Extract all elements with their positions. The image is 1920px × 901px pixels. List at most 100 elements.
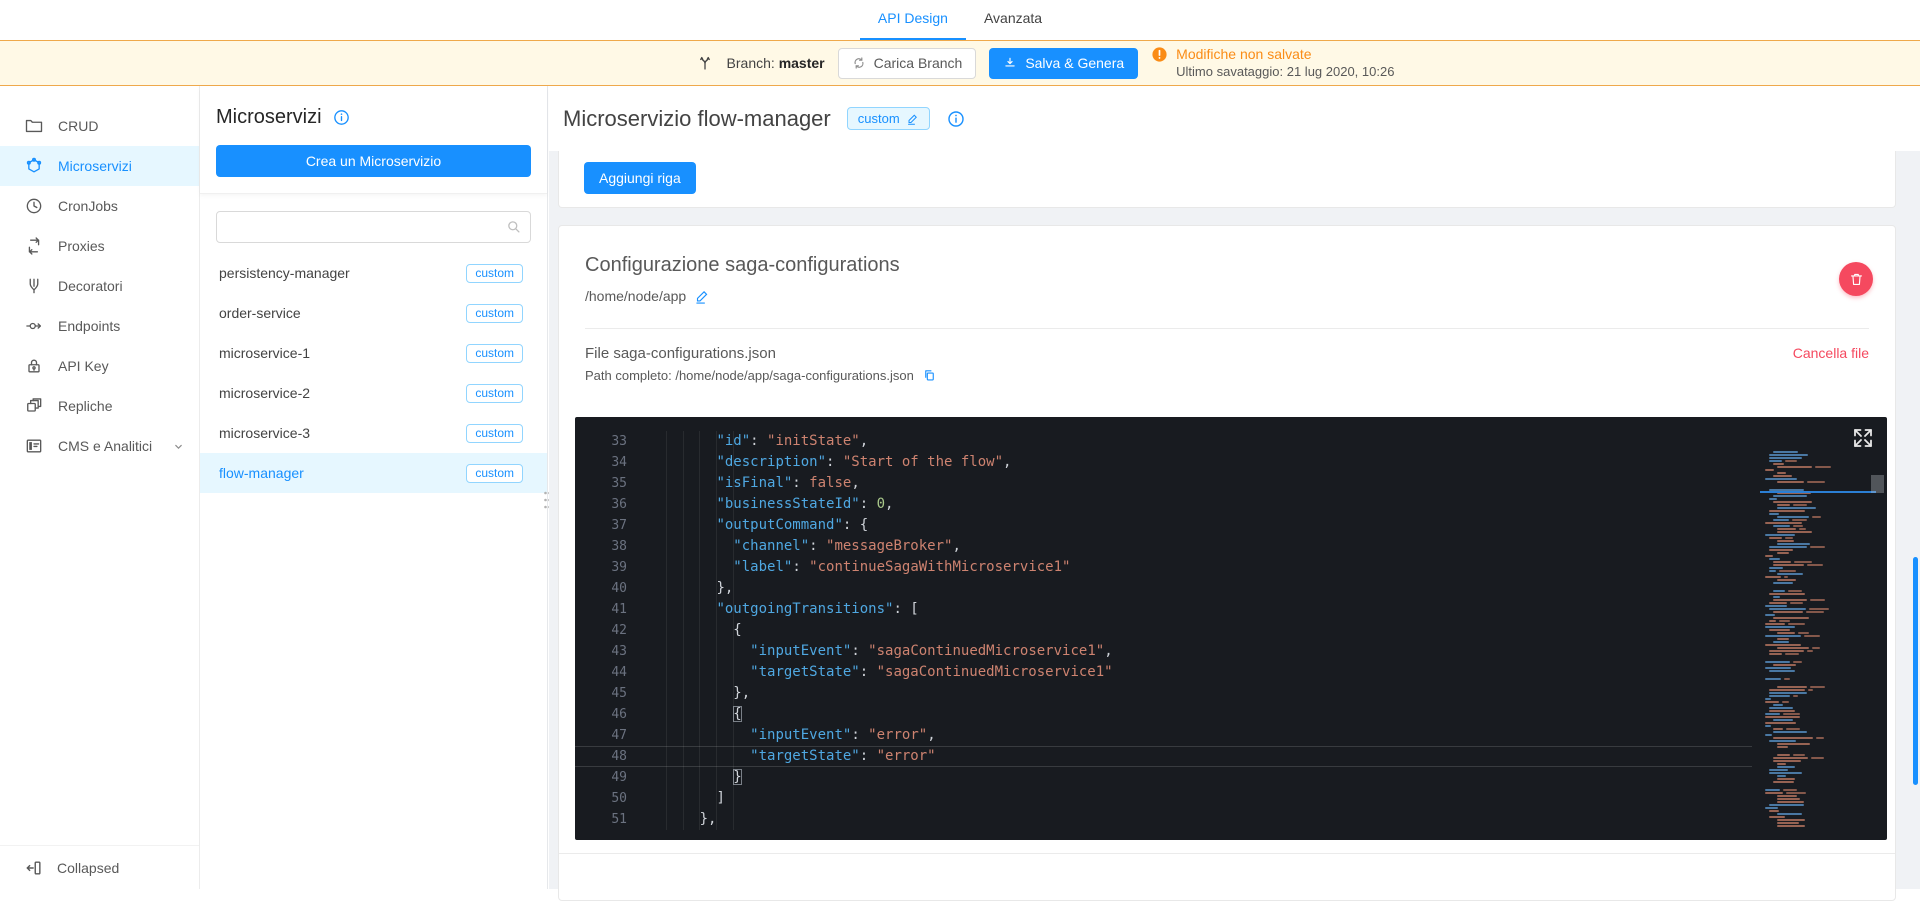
line-number: 34 xyxy=(575,452,627,473)
service-list-item-microservice-3[interactable]: microservice-3custom xyxy=(200,413,547,453)
sidebar-item-repliche[interactable]: Repliche xyxy=(0,386,199,426)
add-row-button[interactable]: Aggiungi riga xyxy=(584,162,696,194)
file-full-path: Path completo: /home/node/app/saga-confi… xyxy=(585,368,914,383)
custom-badge: custom xyxy=(466,424,523,443)
code-text: "businessStateId": 0, xyxy=(627,494,893,515)
custom-badge: custom xyxy=(466,344,523,363)
code-text: "label": "continueSagaWithMicroservice1" xyxy=(627,557,1070,578)
code-text: }, xyxy=(627,683,750,704)
sidebar-item-label: Repliche xyxy=(58,398,112,414)
tab-api-design[interactable]: API Design xyxy=(860,0,966,40)
line-number: 42 xyxy=(575,620,627,641)
service-name: microservice-2 xyxy=(219,385,466,401)
line-number: 49 xyxy=(575,767,627,788)
info-icon[interactable] xyxy=(946,109,966,129)
load-branch-button[interactable]: Carica Branch xyxy=(838,48,977,79)
config-section-title: Configurazione saga-configurations xyxy=(585,254,1869,277)
copy-path-icon[interactable] xyxy=(922,368,937,383)
code-line-35: 35 "isFinal": false, xyxy=(575,473,1752,494)
sidebar-item-endpoints[interactable]: Endpoints xyxy=(0,306,199,346)
line-number: 51 xyxy=(575,809,627,830)
code-line-43: 43 "inputEvent": "sagaContinuedMicroserv… xyxy=(575,641,1752,662)
line-number: 45 xyxy=(575,683,627,704)
line-number: 50 xyxy=(575,788,627,809)
create-microservice-button[interactable]: Crea un Microservizio xyxy=(216,145,531,177)
line-number: 48 xyxy=(575,746,627,767)
sidebar-item-cronjobs[interactable]: CronJobs xyxy=(0,186,199,226)
sidebar-item-label: Proxies xyxy=(58,238,105,254)
editor-minimap[interactable] xyxy=(1762,451,1830,830)
sidebar-item-api-key[interactable]: API Key xyxy=(0,346,199,386)
decorator-fork-icon xyxy=(24,276,44,296)
code-line-41: 41 "outgoingTransitions": [ xyxy=(575,599,1752,620)
code-editor[interactable]: 33 "id": "initState",34 "description": "… xyxy=(575,417,1887,840)
sidebar-item-decoratori[interactable]: Decoratori xyxy=(0,266,199,306)
warning-icon xyxy=(1151,46,1168,63)
service-list-item-order-service[interactable]: order-servicecustom xyxy=(200,293,547,333)
line-number: 35 xyxy=(575,473,627,494)
service-list-item-flow-manager[interactable]: flow-managercustom xyxy=(200,453,547,493)
sidebar-item-crud[interactable]: CRUD xyxy=(0,106,199,146)
code-line-37: 37 "outputCommand": { xyxy=(575,515,1752,536)
branch-label: Branch: master xyxy=(727,55,825,71)
delete-file-link[interactable]: Cancella file xyxy=(1793,345,1869,361)
service-type-badge[interactable]: custom xyxy=(847,107,930,130)
service-list-item-microservice-1[interactable]: microservice-1custom xyxy=(200,333,547,373)
line-number: 36 xyxy=(575,494,627,515)
info-icon[interactable] xyxy=(332,108,351,127)
code-line-51: 51 }, xyxy=(575,809,1752,830)
search-input[interactable] xyxy=(216,211,531,243)
fullscreen-expand-icon[interactable] xyxy=(1851,426,1875,450)
main-content: Microservizio flow-manager custom Aggiun… xyxy=(549,86,1920,889)
edit-path-icon[interactable] xyxy=(695,289,710,304)
sync-icon xyxy=(852,56,866,70)
code-text: ] xyxy=(627,788,725,809)
tab-avanzata[interactable]: Avanzata xyxy=(966,0,1060,40)
code-line-49: 49 } xyxy=(575,767,1752,788)
code-text: { xyxy=(627,620,742,641)
code-text: "outgoingTransitions": [ xyxy=(627,599,919,620)
sidebar-item-label: CronJobs xyxy=(58,198,118,214)
line-number: 46 xyxy=(575,704,627,725)
custom-badge: custom xyxy=(466,464,523,483)
code-line-44: 44 "targetState": "sagaContinuedMicroser… xyxy=(575,662,1752,683)
delete-config-button[interactable] xyxy=(1839,262,1873,296)
cms-icon xyxy=(24,436,44,456)
code-text: "id": "initState", xyxy=(627,431,868,452)
code-text: "channel": "messageBroker", xyxy=(627,536,961,557)
sidebar-nav: CRUDMicroservizi CronJobs Proxies Decorator… xyxy=(0,86,200,889)
code-line-38: 38 "channel": "messageBroker", xyxy=(575,536,1752,557)
editor-scrollbar[interactable] xyxy=(1871,475,1884,493)
sidebar-item-cms-e-analitici[interactable]: CMS e Analitici xyxy=(0,426,199,466)
line-number: 40 xyxy=(575,578,627,599)
code-line-34: 34 "description": "Start of the flow", xyxy=(575,452,1752,473)
code-text: "outputCommand": { xyxy=(627,515,868,536)
code-text: }, xyxy=(627,809,716,830)
collapse-icon xyxy=(24,858,44,878)
service-detail-header: Microservizio flow-manager custom xyxy=(549,86,1920,151)
deploy-download-icon xyxy=(1003,56,1017,70)
code-text: "targetState": "error" xyxy=(627,746,936,767)
sidebar-collapse-toggle[interactable]: Collapsed xyxy=(0,845,199,889)
code-line-50: 50 ] xyxy=(575,788,1752,809)
service-name: microservice-3 xyxy=(219,425,466,441)
mount-path: /home/node/app xyxy=(585,288,686,304)
sidebar-item-proxies[interactable]: Proxies xyxy=(0,226,199,266)
custom-badge: custom xyxy=(466,304,523,323)
custom-badge: custom xyxy=(466,384,523,403)
page-scrollbar[interactable] xyxy=(1913,557,1918,785)
service-list-item-persistency-manager[interactable]: persistency-managercustom xyxy=(200,253,547,293)
file-name: File saga-configurations.json xyxy=(585,345,937,362)
sidebar-item-microservizi[interactable]: Microservizi xyxy=(0,146,199,186)
line-number: 37 xyxy=(575,515,627,536)
code-line-42: 42 { xyxy=(575,620,1752,641)
service-list-item-microservice-2[interactable]: microservice-2custom xyxy=(200,373,547,413)
code-line-46: 46 { xyxy=(575,704,1752,725)
folder-icon xyxy=(24,116,44,136)
line-number: 44 xyxy=(575,662,627,683)
edit-pencil-icon xyxy=(907,113,919,125)
sidebar-item-label: CMS e Analitici xyxy=(58,438,152,454)
microservices-icon xyxy=(24,156,44,176)
save-generate-button[interactable]: Salva & Genera xyxy=(989,48,1138,79)
code-line-47: 47 "inputEvent": "error", xyxy=(575,725,1752,746)
